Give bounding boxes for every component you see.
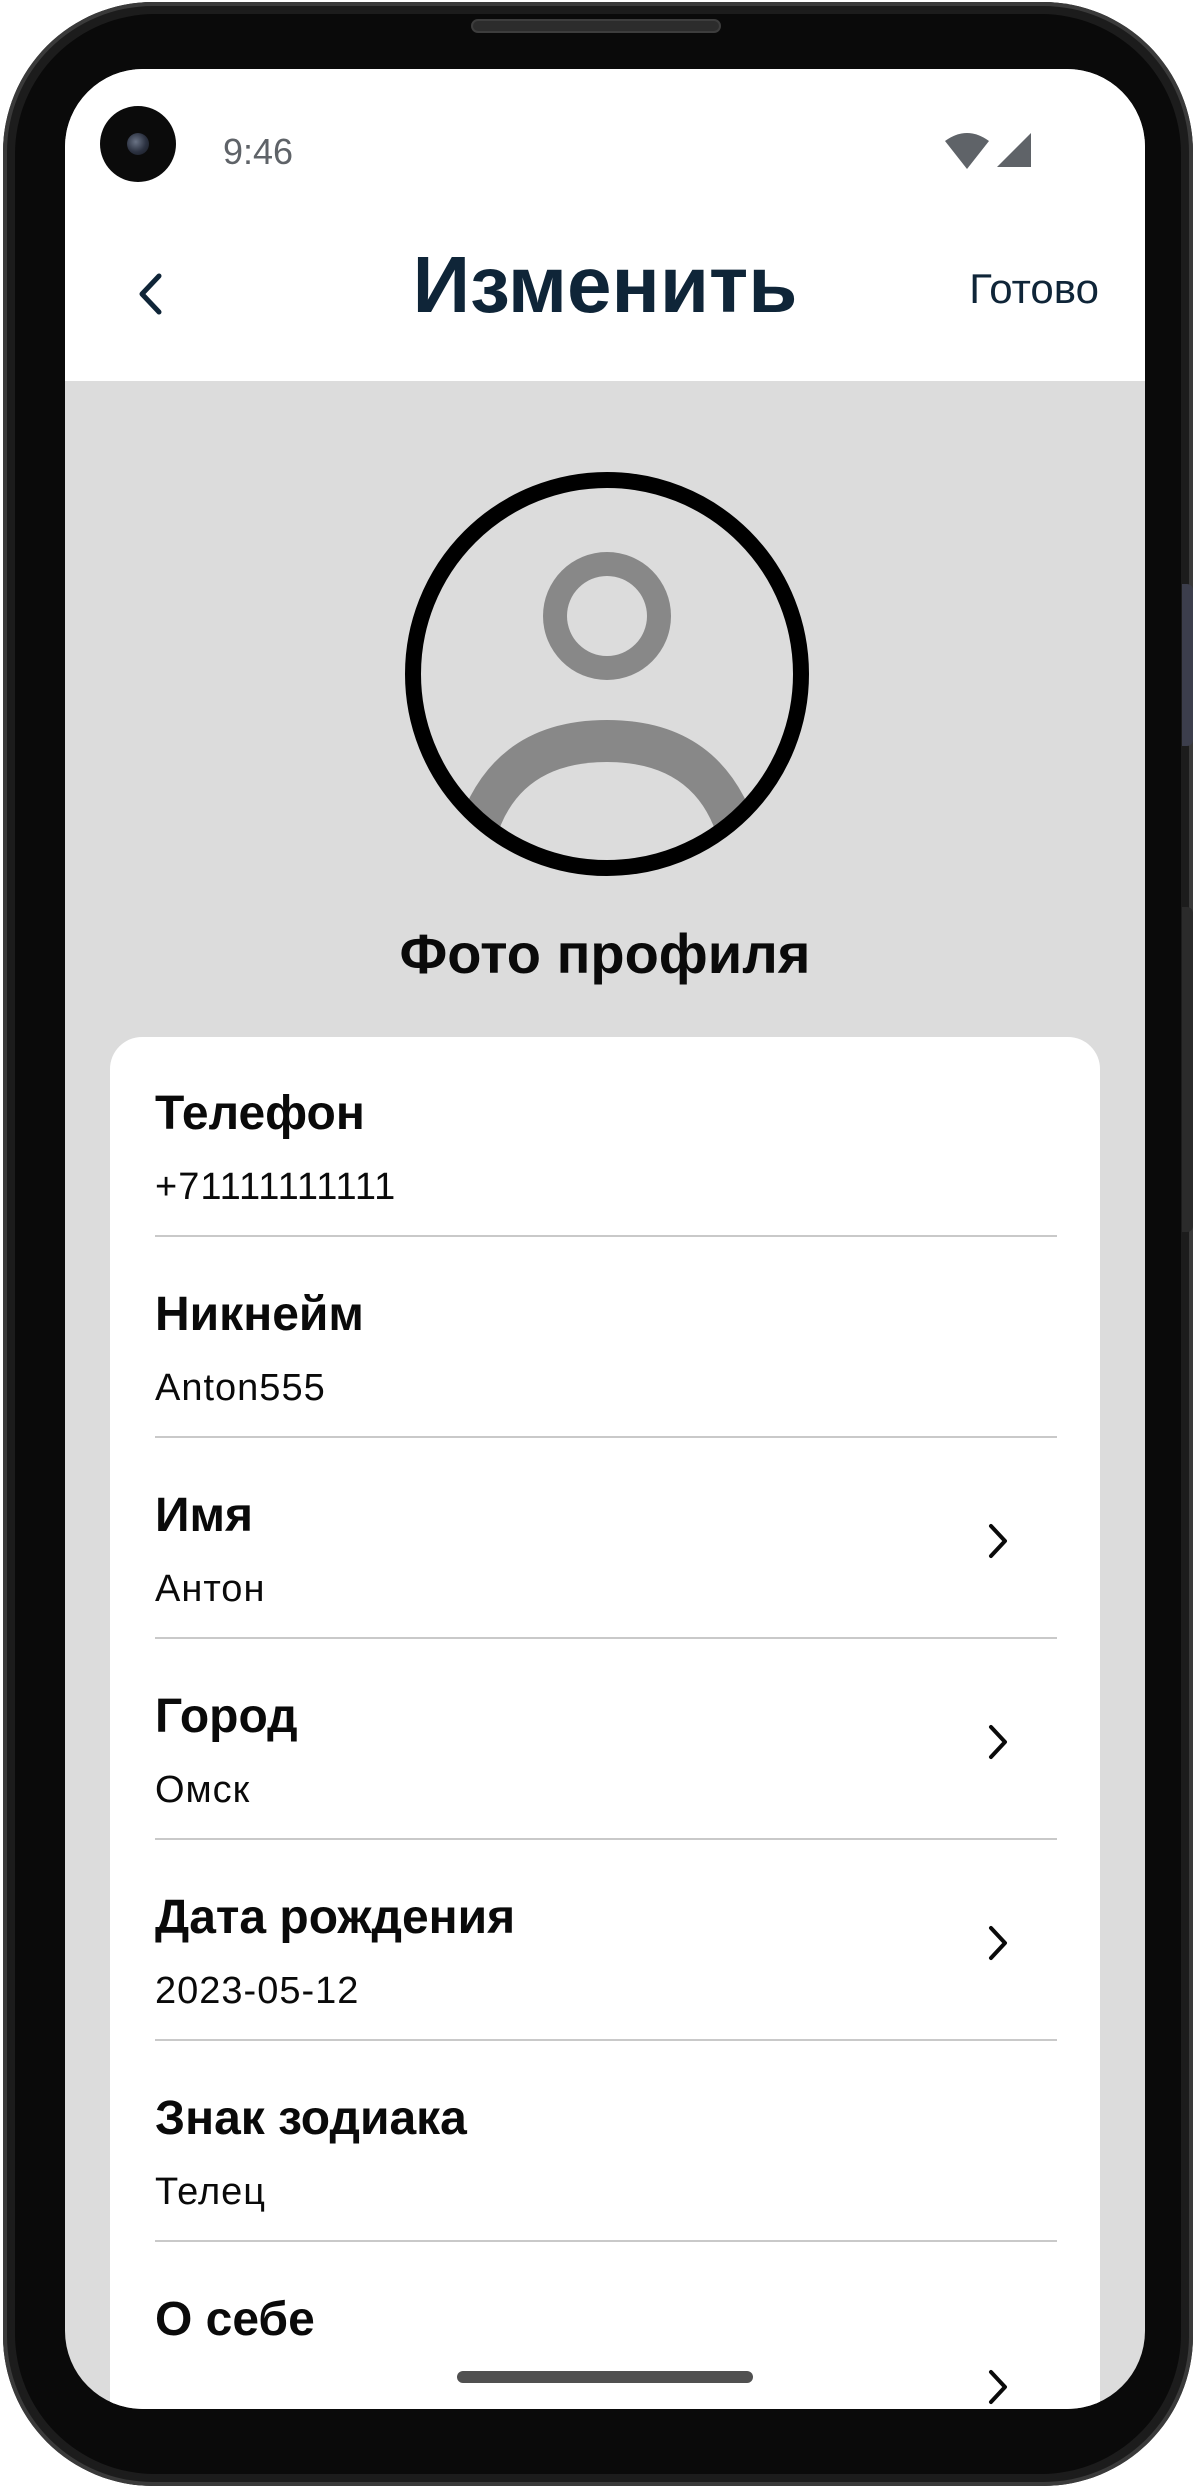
phone-frame: 9:46 Изменить Готово Фото профиля Телефо… bbox=[3, 2, 1193, 2486]
profile-photo-button[interactable] bbox=[405, 472, 809, 876]
field-name[interactable]: Имя Антон bbox=[155, 1439, 1057, 1639]
field-city[interactable]: Город Омск bbox=[155, 1640, 1057, 1840]
field-label: Никнейм bbox=[155, 1288, 364, 1341]
done-button[interactable]: Готово bbox=[969, 265, 1099, 313]
field-phone[interactable]: Телефон +71111111111 bbox=[155, 1037, 1057, 1237]
chevron-right-icon bbox=[989, 1926, 1007, 1960]
top-bar: 9:46 Изменить Готово bbox=[65, 69, 1145, 381]
profile-photo-caption: Фото профиля bbox=[399, 922, 811, 985]
field-zodiac-sign[interactable]: Знак зодиака Телец bbox=[155, 2042, 1057, 2242]
chevron-right-icon bbox=[989, 1725, 1007, 1759]
chevron-right-icon bbox=[989, 2370, 1007, 2404]
status-time: 9:46 bbox=[223, 131, 294, 172]
profile-fields-card: Телефон +71111111111 Никнейм Anton555 Им… bbox=[110, 1037, 1100, 2409]
field-value: Антон bbox=[155, 1568, 266, 1610]
field-label: Знак зодиака bbox=[155, 2092, 467, 2145]
cell-signal-icon bbox=[997, 133, 1031, 167]
field-label: Имя bbox=[155, 1489, 254, 1542]
wifi-icon bbox=[945, 133, 989, 169]
user-avatar-icon bbox=[453, 552, 761, 842]
chevron-right-icon bbox=[989, 1524, 1007, 1558]
field-value: Телец bbox=[155, 2171, 267, 2213]
volume-button bbox=[1182, 584, 1193, 746]
field-value: +71111111111 bbox=[155, 1166, 397, 1208]
field-value: Anton555 bbox=[155, 1367, 326, 1409]
earpiece-speaker bbox=[471, 19, 721, 33]
field-value: Омск bbox=[155, 1769, 251, 1811]
field-label: Телефон bbox=[155, 1087, 365, 1140]
screen: 9:46 Изменить Готово Фото профиля Телефо… bbox=[65, 69, 1145, 2409]
field-about[interactable]: О себе bbox=[155, 2243, 1057, 2409]
power-button bbox=[1182, 907, 1193, 1232]
status-icons bbox=[945, 133, 1031, 169]
field-label: Город bbox=[155, 1690, 298, 1743]
field-birth-date[interactable]: Дата рождения 2023-05-12 bbox=[155, 1841, 1057, 2041]
field-label: Дата рождения bbox=[155, 1891, 516, 1944]
field-value: 2023-05-12 bbox=[155, 1970, 360, 2012]
field-label: О себе bbox=[155, 2293, 315, 2346]
front-camera bbox=[100, 106, 176, 182]
home-indicator[interactable] bbox=[457, 2371, 753, 2383]
field-nickname[interactable]: Никнейм Anton555 bbox=[155, 1238, 1057, 1438]
